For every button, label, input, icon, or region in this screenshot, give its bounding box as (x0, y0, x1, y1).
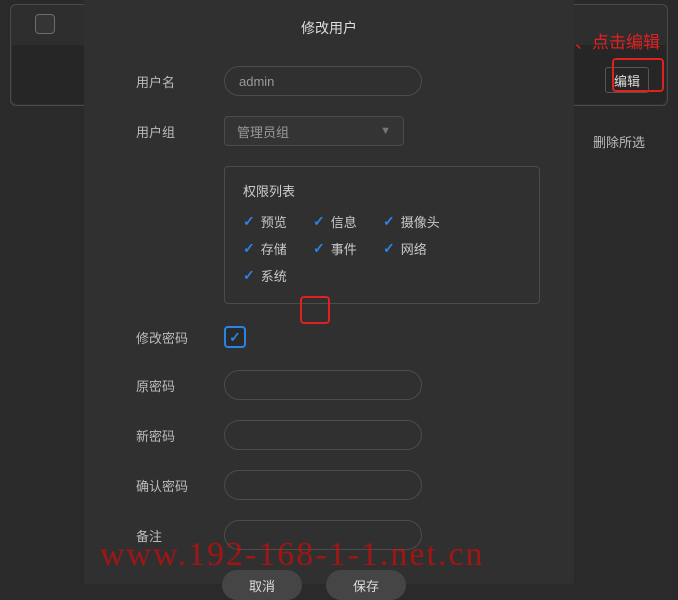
label-confirm-password: 确认密码 (136, 476, 224, 495)
check-icon: ✓ (243, 213, 255, 230)
perm-label: 预览 (261, 212, 287, 231)
usergroup-value: 管理员组 (237, 122, 289, 141)
label-new-password: 新密码 (136, 426, 224, 445)
perm-label: 系统 (261, 266, 287, 285)
permission-list: ✓ 预览 ✓ 信息 ✓ 摄像头 ✓ 存储 ✓ 事件 ✓ 网络 (243, 212, 521, 293)
check-icon: ✓ (383, 240, 395, 257)
label-old-password: 原密码 (136, 376, 224, 395)
perm-label: 摄像头 (401, 212, 440, 231)
perm-label: 事件 (331, 239, 357, 258)
perm-item-info[interactable]: ✓ 信息 (313, 212, 383, 231)
perm-item-preview[interactable]: ✓ 预览 (243, 212, 313, 231)
edit-button-highlight (612, 58, 664, 92)
perm-item-storage[interactable]: ✓ 存储 (243, 239, 313, 258)
old-password-input[interactable] (224, 370, 422, 400)
username-input[interactable]: admin (224, 66, 422, 96)
chevron-down-icon: ▼ (380, 125, 391, 137)
check-icon: ✓ (243, 267, 255, 284)
delete-selected-label: 删除所选 (593, 132, 645, 151)
check-icon: ✓ (313, 240, 325, 257)
watermark: www.192-168-1-1.net.cn (100, 536, 485, 574)
delete-selected-button[interactable]: 删除所选 (584, 128, 654, 154)
perm-item-system[interactable]: ✓ 系统 (243, 266, 313, 285)
permission-panel: 权限列表 ✓ 预览 ✓ 信息 ✓ 摄像头 ✓ 存储 ✓ 事件 (224, 166, 540, 304)
perm-item-camera[interactable]: ✓ 摄像头 (383, 212, 463, 231)
perm-item-event[interactable]: ✓ 事件 (313, 239, 383, 258)
check-icon: ✓ (383, 213, 395, 230)
usergroup-select[interactable]: 管理员组 ▼ (224, 116, 404, 146)
check-icon: ✓ (229, 329, 241, 346)
select-all-checkbox[interactable] (35, 14, 55, 34)
username-value: admin (239, 74, 274, 89)
label-username: 用户名 (136, 72, 224, 91)
perm-item-network[interactable]: ✓ 网络 (383, 239, 453, 258)
check-icon: ✓ (243, 240, 255, 257)
save-label: 保存 (353, 576, 379, 595)
confirm-password-input[interactable] (224, 470, 422, 500)
modify-password-checkbox[interactable]: ✓ (224, 326, 246, 348)
check-icon: ✓ (313, 213, 325, 230)
cancel-label: 取消 (249, 576, 275, 595)
perm-label: 信息 (331, 212, 357, 231)
modal-title: 修改用户 (84, 18, 574, 38)
perm-label: 网络 (401, 239, 427, 258)
permission-title: 权限列表 (243, 181, 521, 200)
perm-label: 存储 (261, 239, 287, 258)
cancel-button[interactable]: 取消 (222, 570, 302, 600)
modify-user-modal: 修改用户 用户名 admin 用户组 管理员组 ▼ 权限列表 ✓ 预览 ✓ 信息… (84, 0, 574, 584)
new-password-input[interactable] (224, 420, 422, 450)
label-usergroup: 用户组 (136, 122, 224, 141)
label-modify-password: 修改密码 (136, 328, 224, 347)
checkbox-highlight (300, 296, 330, 324)
annotation-1: 1、点击编辑 (566, 28, 660, 53)
save-button[interactable]: 保存 (326, 570, 406, 600)
